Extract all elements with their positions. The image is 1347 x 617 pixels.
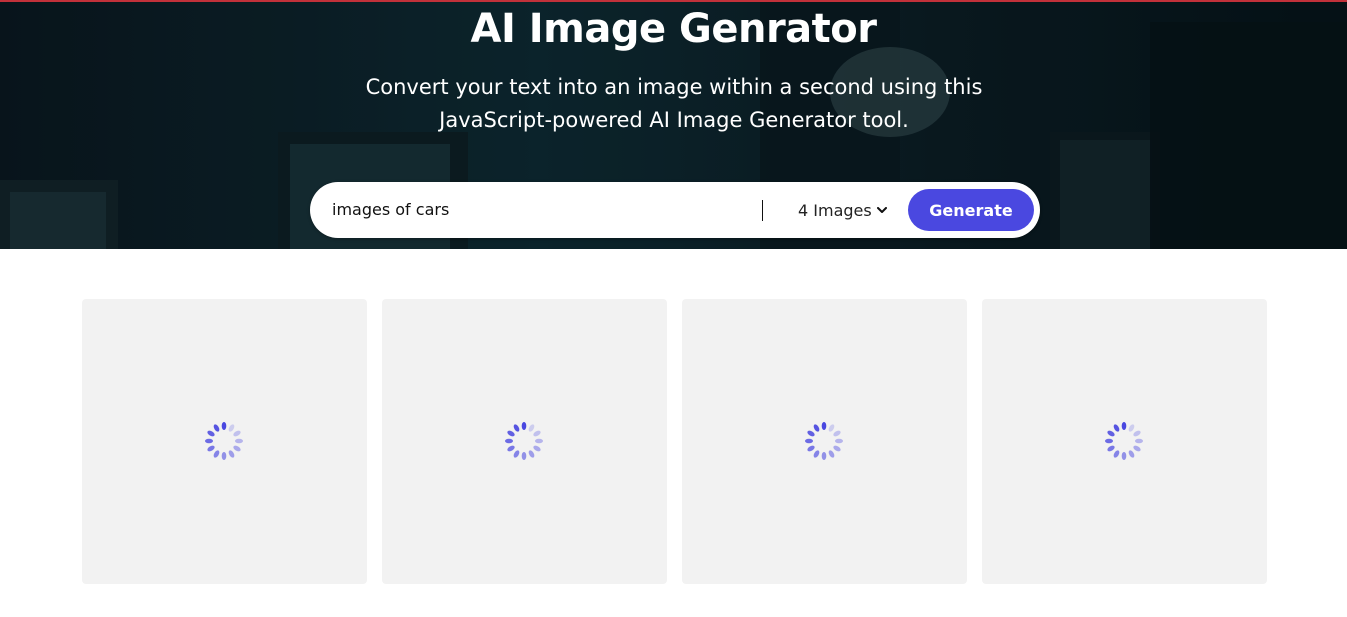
spinner-dash <box>207 430 215 437</box>
spinner-dash <box>828 424 835 432</box>
image-card[interactable] <box>682 299 967 584</box>
spinner-dash <box>1107 430 1115 437</box>
spinner-dash <box>507 445 515 452</box>
image-count-value: 4 Images <box>798 200 872 220</box>
spinner-dash <box>513 424 520 432</box>
spinner-dash <box>1113 450 1120 458</box>
image-count-select[interactable]: 4 Images <box>798 196 887 224</box>
spinner-dash <box>228 424 235 432</box>
chevron-down-icon <box>876 206 887 213</box>
spinner-dash <box>828 450 835 458</box>
spinner-dash <box>1105 438 1113 444</box>
spinner-dash <box>221 452 227 460</box>
spinner-dash <box>835 438 843 444</box>
spinner-dash <box>1128 424 1135 432</box>
subtitle-line-2: JavaScript-powered AI Image Generator to… <box>439 108 909 132</box>
spinner-dash <box>228 450 235 458</box>
spinner-dash <box>813 450 820 458</box>
spinner-dash <box>1135 438 1143 444</box>
loading-spinner-icon <box>505 422 543 460</box>
generate-button[interactable]: Generate <box>908 189 1034 231</box>
spinner-dash <box>235 438 243 444</box>
spinner-dash <box>1133 430 1141 437</box>
spinner-dash <box>833 430 841 437</box>
image-card[interactable] <box>982 299 1267 584</box>
spinner-dash <box>805 438 813 444</box>
spinner-dash <box>1128 450 1135 458</box>
image-card[interactable] <box>82 299 367 584</box>
spinner-dash <box>807 430 815 437</box>
spinner-dash <box>1121 422 1127 430</box>
text-cursor <box>762 200 763 221</box>
spinner-dash <box>813 424 820 432</box>
spinner-dash <box>1107 445 1115 452</box>
image-card[interactable] <box>382 299 667 584</box>
spinner-dash <box>821 422 827 430</box>
spinner-dash <box>1133 445 1141 452</box>
spinner-dash <box>807 445 815 452</box>
page-subtitle: Convert your text into an image within a… <box>323 71 1025 137</box>
spinner-dash <box>521 422 527 430</box>
spinner-dash <box>821 452 827 460</box>
spinner-dash <box>528 424 535 432</box>
spinner-dash <box>533 445 541 452</box>
generate-form: 4 Images Generate <box>310 182 1040 238</box>
spinner-dash <box>205 438 213 444</box>
spinner-dash <box>521 452 527 460</box>
spinner-dash <box>505 438 513 444</box>
subtitle-line-1: Convert your text into an image within a… <box>365 75 983 99</box>
page-title: AI Image Genrator <box>470 6 878 52</box>
prompt-input[interactable] <box>332 192 772 228</box>
spinner-dash <box>513 450 520 458</box>
spinner-dash <box>233 445 241 452</box>
spinner-dash <box>221 422 227 430</box>
spinner-dash <box>213 450 220 458</box>
spinner-dash <box>533 430 541 437</box>
spinner-dash <box>1121 452 1127 460</box>
spinner-dash <box>233 430 241 437</box>
spinner-dash <box>207 445 215 452</box>
hero-banner: AI Image Genrator Convert your text into… <box>0 0 1347 249</box>
loading-spinner-icon <box>1105 422 1143 460</box>
spinner-dash <box>528 450 535 458</box>
loading-spinner-icon <box>205 422 243 460</box>
spinner-dash <box>507 430 515 437</box>
spinner-dash <box>1113 424 1120 432</box>
spinner-dash <box>213 424 220 432</box>
loading-spinner-icon <box>805 422 843 460</box>
spinner-dash <box>833 445 841 452</box>
spinner-dash <box>535 438 543 444</box>
